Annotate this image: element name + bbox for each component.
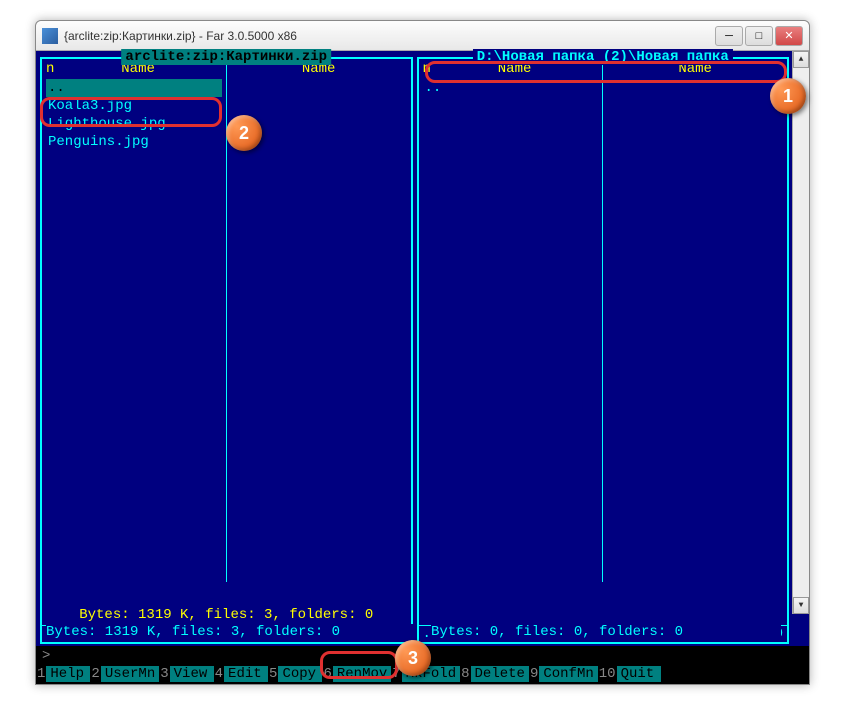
key-help[interactable]: 1Help <box>36 666 90 682</box>
callout-1: 1 <box>770 78 806 114</box>
key-delete[interactable]: 8Delete <box>460 666 529 682</box>
key-view[interactable]: 3View <box>159 666 213 682</box>
col-letter: n <box>423 61 431 79</box>
client-area: arclite:zip:Картинки.zip n Name .. Koala… <box>36 51 809 684</box>
callout-2: 2 <box>226 115 262 151</box>
vertical-scrollbar[interactable]: ▲ ▼ <box>792 51 809 614</box>
maximize-button[interactable]: □ <box>745 26 773 46</box>
right-bottom-summary: Bytes: 0, files: 0, folders: 0 <box>431 624 781 640</box>
right-panel[interactable]: D:\Новая папка (2)\Новая папка n Name ..… <box>417 57 790 644</box>
titlebar[interactable]: {arclite:zip:Картинки.zip} - Far 3.0.500… <box>36 21 809 51</box>
app-window: {arclite:zip:Картинки.zip} - Far 3.0.500… <box>35 20 810 685</box>
file-row-updir[interactable]: .. <box>46 79 222 97</box>
key-confmn[interactable]: 9ConfMn <box>529 666 598 682</box>
key-edit[interactable]: 4Edit <box>214 666 268 682</box>
app-icon <box>42 28 58 44</box>
right-panel-title: D:\Новая папка (2)\Новая папка <box>473 49 733 65</box>
key-usermn[interactable]: 2UserMn <box>90 666 159 682</box>
key-copy[interactable]: 5Copy <box>268 666 322 682</box>
file-row[interactable]: Penguins.jpg <box>46 133 222 151</box>
left-panel[interactable]: arclite:zip:Картинки.zip n Name .. Koala… <box>40 57 413 644</box>
file-row-updir[interactable]: .. <box>423 79 599 97</box>
content-area: arclite:zip:Картинки.zip n Name .. Koala… <box>36 51 809 646</box>
close-button[interactable]: ✕ <box>775 26 803 46</box>
minimize-button[interactable]: ─ <box>715 26 743 46</box>
scroll-down-icon[interactable]: ▼ <box>793 597 809 614</box>
callout-3: 3 <box>395 640 431 676</box>
file-row[interactable]: Lighthouse.jpg <box>46 115 222 133</box>
scroll-up-icon[interactable]: ▲ <box>793 51 809 68</box>
col-letter: n <box>46 61 54 79</box>
left-bottom-summary: Bytes: 1319 K, files: 3, folders: 0 <box>46 624 416 640</box>
key-quit[interactable]: 10Quit <box>598 666 661 682</box>
key-renmov[interactable]: 6RenMov <box>322 666 391 682</box>
panel-summary: Bytes: 1319 K, files: 3, folders: 0 <box>42 605 411 625</box>
left-panel-title: arclite:zip:Картинки.zip <box>121 49 331 65</box>
window-title: {arclite:zip:Картинки.zip} - Far 3.0.500… <box>64 29 715 43</box>
window-controls: ─ □ ✕ <box>715 26 803 46</box>
file-row[interactable]: Koala3.jpg <box>46 97 222 115</box>
